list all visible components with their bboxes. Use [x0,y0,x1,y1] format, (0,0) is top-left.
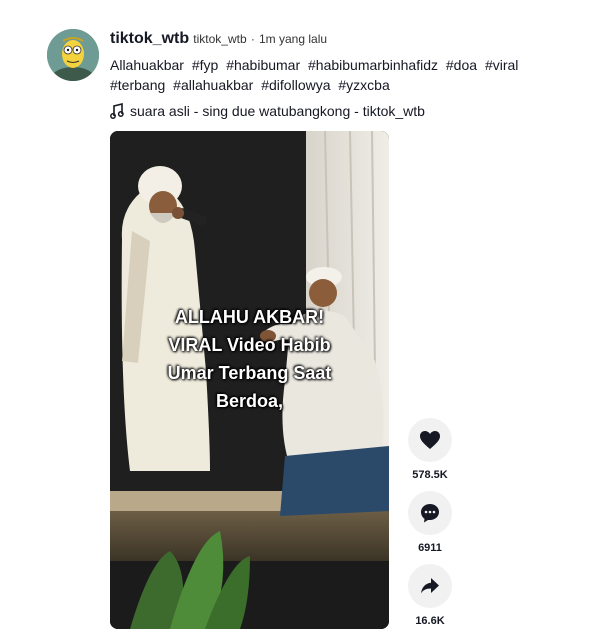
post-time: 1m yang lalu [259,32,328,46]
author-display-name[interactable]: tiktok_wtb [110,30,189,47]
hashtag-link[interactable]: #doa [446,57,477,73]
hashtag-link[interactable]: #fyp [192,57,218,73]
author-handle[interactable]: tiktok_wtb [193,32,246,46]
share-icon [421,578,439,594]
like-action: 578.5K [408,418,452,481]
author-row: tiktok_wtb tiktok_wtb · 1m yang lalu [110,29,580,49]
video-player[interactable]: ALLAHU AKBAR! VIRAL Video Habib Umar Ter… [110,131,389,629]
caption-text: Allahuakbar [110,57,184,73]
overlay-line: VIRAL Video Habib [168,335,331,355]
overlay-line: ALLAHU AKBAR! [174,307,325,327]
share-action: 16.6K [408,564,452,627]
music-title[interactable]: suara asli - sing due watubangkong - tik… [130,101,425,121]
comment-count: 6911 [418,542,442,554]
like-button[interactable] [408,418,452,462]
hashtag-link[interactable]: #allahuakbar [173,77,253,93]
overlay-line: Berdoa, [215,391,284,411]
music-note-icon [110,103,124,119]
music-row[interactable]: suara asli - sing due watubangkong - tik… [110,101,580,121]
post-caption: Allahuakbar #fyp #habibumar #habibumarbi… [110,55,580,95]
comment-icon [421,504,439,523]
hashtag-link[interactable]: #viral [485,57,518,73]
heart-icon [420,431,440,449]
hashtag-link[interactable]: #difollowya [261,77,330,93]
like-count: 578.5K [412,469,448,481]
hashtag-link[interactable]: #habibumarbinhafidz [308,57,438,73]
hashtag-link[interactable]: #habibumar [226,57,300,73]
hashtag-link[interactable]: #terbang [110,77,165,93]
post-header: tiktok_wtb tiktok_wtb · 1m yang lalu All… [110,29,580,121]
share-button[interactable] [408,564,452,608]
overlay-line: Umar Terbang Saat [167,363,332,383]
avatar-image [47,29,99,81]
comment-button[interactable] [408,491,452,535]
video-overlay-caption: ALLAHU AKBAR! VIRAL Video Habib Umar Ter… [110,303,389,415]
avatar[interactable] [47,29,99,81]
share-count: 16.6K [415,615,445,627]
comment-action: 6911 [408,491,452,554]
meta-separator: · [250,32,255,46]
hashtag-link[interactable]: #yzxcba [338,77,389,93]
